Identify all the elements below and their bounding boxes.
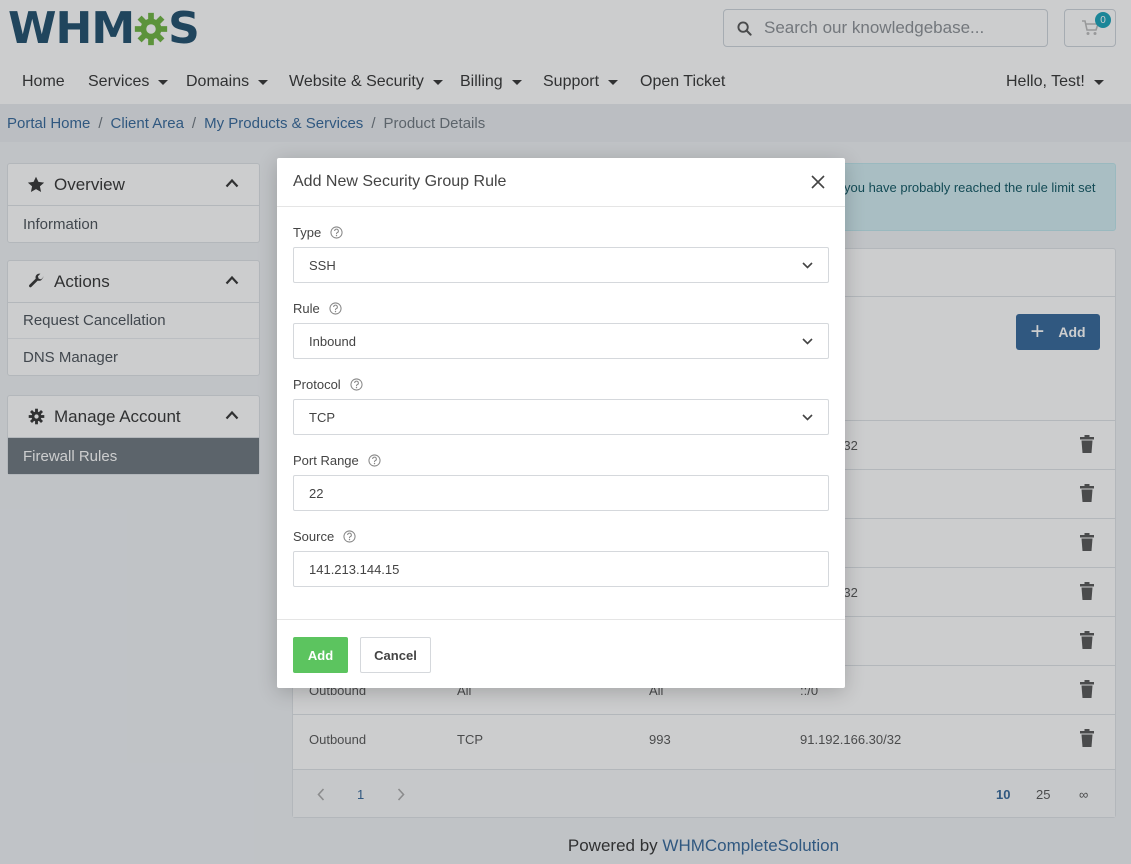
chevron-down-icon — [802, 414, 813, 421]
port-range-input[interactable] — [293, 475, 829, 511]
modal-header: Add New Security Group Rule — [277, 158, 845, 207]
type-select[interactable]: SSH — [293, 247, 829, 283]
add-button[interactable]: Add — [293, 637, 348, 673]
help-icon[interactable] — [368, 454, 381, 467]
chevron-down-icon — [802, 262, 813, 269]
help-icon[interactable] — [330, 226, 343, 239]
cancel-button[interactable]: Cancel — [360, 637, 431, 673]
rule-select[interactable]: Inbound — [293, 323, 829, 359]
modal-footer: Add Cancel — [277, 619, 845, 688]
port-range-label: Port Range — [293, 453, 381, 468]
source-field[interactable] — [309, 561, 828, 577]
modal-title: Add New Security Group Rule — [293, 173, 507, 190]
help-icon[interactable] — [343, 530, 356, 543]
close-icon[interactable] — [811, 175, 825, 189]
protocol-select[interactable]: TCP — [293, 399, 829, 435]
type-label: Type — [293, 225, 343, 240]
source-label: Source — [293, 529, 356, 544]
port-range-field[interactable] — [309, 485, 828, 501]
source-input[interactable] — [293, 551, 829, 587]
protocol-label: Protocol — [293, 377, 363, 392]
help-icon[interactable] — [350, 378, 363, 391]
help-icon[interactable] — [329, 302, 342, 315]
rule-label: Rule — [293, 301, 342, 316]
add-security-rule-modal: Add New Security Group Rule Type SSH Rul… — [277, 158, 845, 688]
chevron-down-icon — [802, 338, 813, 345]
